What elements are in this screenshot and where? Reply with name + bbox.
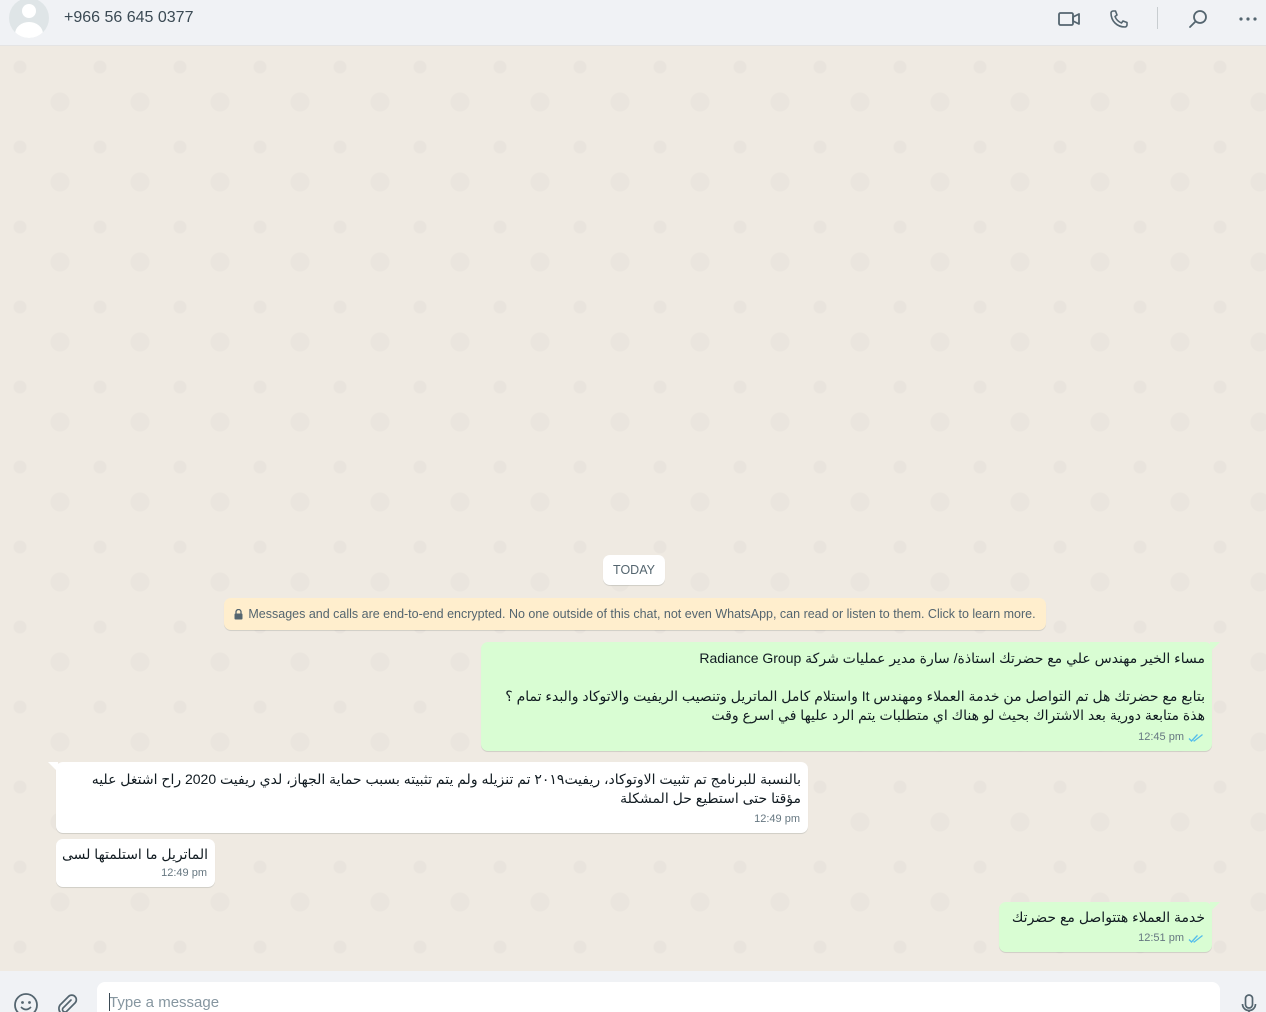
message-bubble-outgoing[interactable]: مساء الخير مهندس علي مع حضرتك استاذة/ سا… (481, 642, 1220, 751)
chat-header: +966 56 645 0377 (0, 0, 1266, 46)
text-caret (109, 993, 110, 1011)
lock-icon (234, 608, 243, 619)
message-line: خدمة العملاء هتتواصل مع حضرتك (1011, 909, 1205, 925)
message-bubble-outgoing[interactable]: خدمة العملاء هتتواصل مع حضرتك 12:51 pm (999, 902, 1220, 952)
message-line: هذة متابعة دورية بعد الاشتراك بحيث لو هن… (711, 707, 1205, 723)
bubble-tail (1210, 642, 1220, 652)
message-meta: 12:49 pm (161, 864, 207, 883)
message-meta: 12:45 pm (1138, 728, 1204, 747)
message-meta: 12:49 pm (754, 810, 800, 829)
message-time: 12:51 pm (1138, 932, 1184, 944)
voice-call-icon[interactable] (1106, 6, 1132, 32)
search-icon[interactable] (1185, 6, 1211, 32)
bubble-tail (1210, 902, 1220, 912)
emoji-icon[interactable] (12, 991, 40, 1012)
avatar-head (22, 4, 36, 18)
message-bubble-incoming[interactable]: بالنسبة للبرنامج تم تثبيت الاوتوكاد، ريف… (48, 762, 808, 833)
video-call-icon[interactable] (1056, 6, 1082, 32)
message-line: بتابع مع حضرتك هل تم التواصل من خدمة الع… (505, 688, 1205, 704)
message-line: الماتريل ما استلمتها لسى (61, 846, 208, 862)
microphone-icon[interactable] (1235, 991, 1263, 1012)
avatar-body (15, 22, 43, 38)
message-meta: 12:51 pm (1138, 929, 1204, 948)
message-bubble-incoming[interactable]: الماتريل ما استلمتها لسى 12:49 pm (56, 839, 215, 887)
composer-bar (0, 971, 1266, 1012)
message-time: 12:49 pm (161, 867, 207, 879)
attach-icon[interactable] (53, 991, 81, 1012)
encryption-text: Messages and calls are end-to-end encryp… (248, 607, 1036, 621)
message-line: مؤقتا حتى استطيع حل المشكلة (620, 790, 801, 806)
message-input[interactable] (97, 982, 1220, 1012)
read-ticks-icon (1188, 934, 1203, 943)
chat-panel[interactable]: TODAY Messages and calls are end-to-end … (0, 47, 1266, 971)
message-line: بالنسبة للبرنامج تم تثبيت الاوتوكاد، ريف… (91, 771, 801, 787)
message-line: مساء الخير مهندس علي مع حضرتك استاذة/ سا… (699, 650, 1205, 666)
bubble-tail (48, 762, 58, 772)
message-time: 12:49 pm (754, 813, 800, 825)
message-time: 12:45 pm (1138, 731, 1184, 743)
contact-name[interactable]: +966 56 645 0377 (64, 9, 193, 27)
encryption-notice[interactable]: Messages and calls are end-to-end encryp… (224, 598, 1046, 630)
avatar[interactable] (9, 0, 49, 38)
header-divider (1157, 7, 1158, 29)
date-divider: TODAY (603, 555, 665, 585)
more-menu-icon[interactable] (1235, 6, 1261, 32)
read-ticks-icon (1188, 733, 1203, 742)
